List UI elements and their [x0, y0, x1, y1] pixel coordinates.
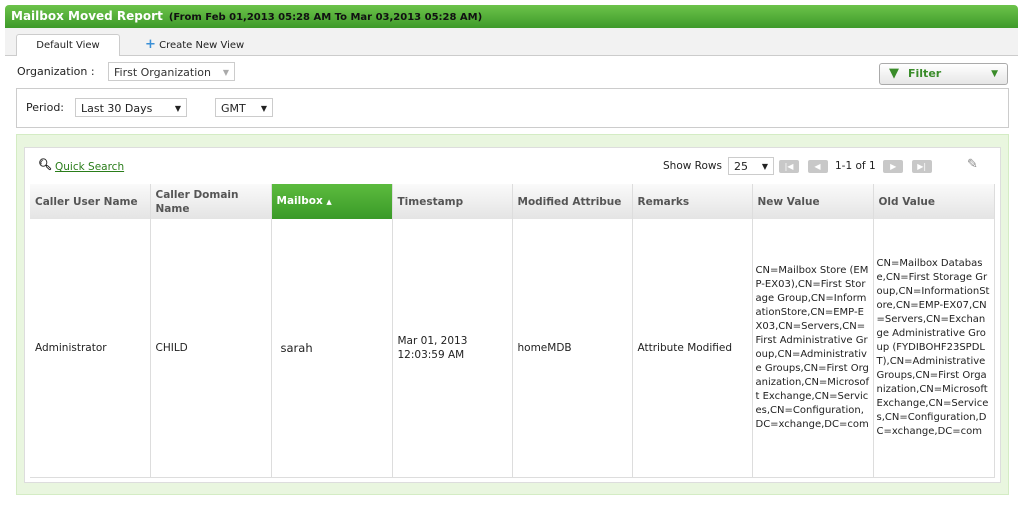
chevron-down-icon: ▼: [222, 68, 229, 77]
create-new-view-label: Create New View: [159, 40, 245, 51]
plus-icon: +: [145, 37, 156, 52]
cell-modified-attribute: homeMDB: [512, 219, 633, 478]
search-icon: 🔍︎: [38, 158, 52, 171]
report-table: Caller User Name Caller Domain Name Mail…: [30, 184, 995, 478]
filter-label: Filter: [908, 67, 942, 80]
filter-button[interactable]: ▼ Filter ▼: [879, 63, 1008, 85]
next-page-icon[interactable]: ▶: [883, 159, 904, 173]
column-header[interactable]: Caller Domain Name: [150, 184, 272, 219]
chevron-down-icon: ▼: [260, 104, 267, 113]
organization-value: First Organization: [114, 66, 211, 79]
first-page-icon[interactable]: |◀: [779, 159, 799, 173]
rows-value: 25: [734, 160, 748, 173]
cell-timestamp: Mar 01, 2013 12:03:59 AM: [392, 219, 513, 478]
sort-ascending-icon: ▲: [326, 198, 332, 206]
quick-search-link[interactable]: Quick Search: [55, 161, 124, 173]
cell-mailbox: sarah: [271, 219, 393, 478]
column-header[interactable]: Remarks: [632, 184, 753, 219]
prev-page-icon[interactable]: ◀: [807, 159, 828, 173]
period-label: Period:: [26, 101, 65, 114]
cell-caller-domain: CHILD: [150, 219, 272, 478]
column-header[interactable]: Modified Attribue: [512, 184, 633, 219]
table-header: Caller User Name Caller Domain Name Mail…: [30, 184, 995, 219]
column-header[interactable]: New Value: [752, 184, 874, 219]
funnel-icon: ▼: [889, 66, 899, 81]
column-header[interactable]: Caller User Name: [30, 184, 151, 219]
edit-columns-icon[interactable]: ✎: [967, 157, 978, 172]
report-title-bar: Mailbox Moved Report (From Feb 01,2013 05…: [5, 5, 1018, 28]
chevron-down-icon: ▼: [761, 162, 768, 171]
cell-caller-user: Administrator: [30, 219, 151, 478]
timezone-value: GMT: [221, 102, 246, 115]
period-value: Last 30 Days: [81, 102, 153, 115]
column-header-label: Mailbox: [276, 195, 323, 207]
chevron-down-icon: ▼: [991, 69, 998, 79]
report-title: Mailbox Moved Report: [11, 9, 163, 23]
rows-per-page-select[interactable]: 25 ▼: [728, 157, 774, 175]
tab-default-view[interactable]: Default View: [16, 34, 120, 56]
pagination: |◀ ◀ 1-1 of 1 ▶ ▶|: [779, 159, 932, 173]
create-new-view-link[interactable]: + Create New View: [145, 34, 244, 56]
report-date-range: (From Feb 01,2013 05:28 AM To Mar 03,201…: [168, 12, 483, 23]
cell-old-value: CN=Mailbox Database,CN=First Storage Gro…: [873, 219, 995, 478]
chevron-down-icon: ▼: [174, 104, 181, 113]
view-tabs: Default View + Create New View: [5, 28, 1018, 56]
column-header[interactable]: Old Value: [873, 184, 995, 219]
column-header[interactable]: Timestamp: [392, 184, 513, 219]
cell-remarks: Attribute Modified: [632, 219, 753, 478]
last-page-icon[interactable]: ▶|: [911, 159, 932, 173]
page-info: 1-1 of 1: [835, 160, 876, 172]
timezone-select[interactable]: GMT ▼: [215, 98, 273, 117]
show-rows-label: Show Rows: [663, 160, 722, 172]
organization-label: Organization :: [17, 65, 95, 78]
column-header-sorted[interactable]: Mailbox ▲: [271, 184, 393, 219]
organization-select[interactable]: First Organization ▼: [108, 62, 235, 81]
period-select[interactable]: Last 30 Days ▼: [75, 98, 187, 117]
cell-new-value: CN=Mailbox Store (EMP-EX03),CN=First Sto…: [752, 219, 874, 478]
table-row: Administrator CHILD sarah Mar 01, 2013 1…: [30, 219, 995, 478]
